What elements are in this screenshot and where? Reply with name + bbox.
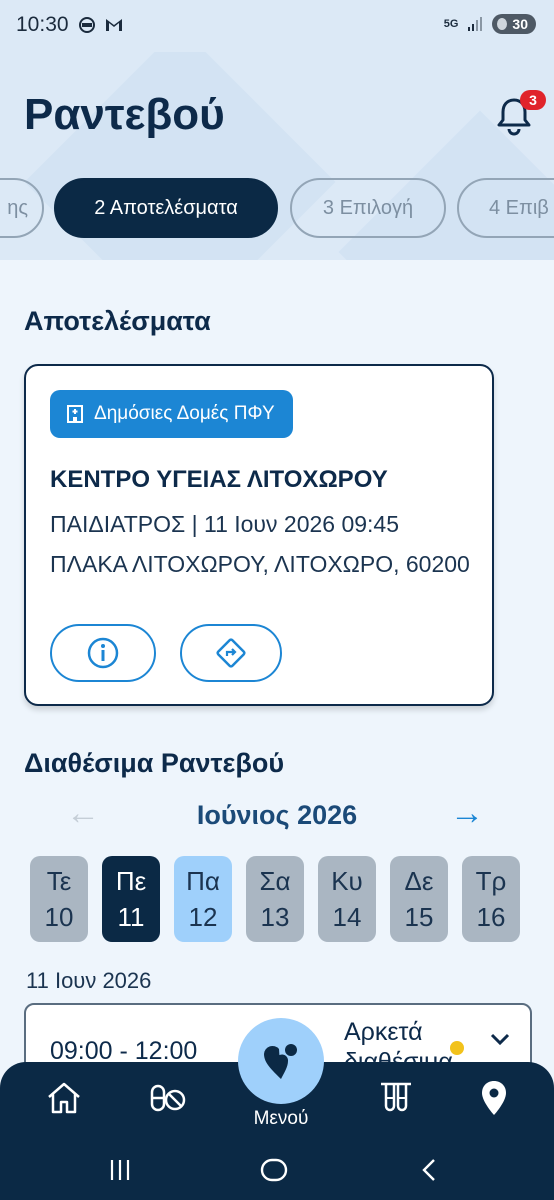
day-of-week: Τρ: [475, 866, 507, 896]
page-header: Ραντεβού 3 ης 2 Αποτελέσματα 3 Επιλογή 4…: [0, 52, 554, 260]
results-heading: Αποτελέσματα: [24, 306, 211, 336]
day-number: 16: [476, 902, 506, 932]
system-navigation-bar: [0, 1150, 554, 1190]
day-number: 12: [188, 902, 218, 932]
gmail-icon: [106, 19, 122, 31]
home-system-icon[interactable]: [258, 1154, 290, 1186]
battery-indicator: 30: [492, 14, 536, 34]
day-number: 11: [117, 902, 145, 932]
facility-type-label: Δημόσιες Δομές ΠΦΥ: [94, 403, 275, 424]
selected-date-label: 11 Ιουν 2026: [26, 968, 152, 993]
chevron-down-icon[interactable]: [486, 1025, 514, 1053]
notification-badge: 3: [520, 90, 546, 110]
available-heading: Διαθέσιμα Ραντεβού: [24, 748, 285, 778]
step-3-selection[interactable]: 3 Επιλογή: [290, 178, 446, 238]
main-content: Αποτελέσματα Δημόσιες Δομές ΠΦΥ ΚΕΝΤΡΟ Υ…: [0, 260, 554, 1083]
info-icon: [87, 637, 119, 669]
directions-icon: [216, 638, 246, 668]
slot-availability-line1: Αρκετά: [344, 1018, 423, 1046]
day-of-week: Πε: [115, 866, 147, 896]
directions-button[interactable]: [180, 624, 282, 682]
step-label: 2 Αποτελέσματα: [94, 196, 238, 219]
heart-logo-icon: [264, 1044, 297, 1079]
day-10[interactable]: Τε 10: [30, 856, 88, 942]
step-2-results[interactable]: 2 Αποτελέσματα: [54, 178, 278, 238]
day-13[interactable]: Σα 13: [246, 856, 304, 942]
back-icon[interactable]: [416, 1156, 444, 1184]
day-of-week: Κυ: [331, 866, 363, 896]
step-label: 4 Επιβ: [489, 196, 549, 219]
status-bar: 10:30 5G 30: [0, 0, 554, 52]
facility-address: ΠΛΑΚΑ ΛΙΤΟΧΩΡΟΥ, ΛΙΤΟΧΩΡΟ, 60200: [50, 551, 470, 577]
facility-type-chip: Δημόσιες Δομές ΠΦΥ: [50, 390, 293, 438]
facility-name: ΚΕΝΤΡΟ ΥΓΕΙΑΣ ΛΙΤΟΧΩΡΟΥ: [50, 466, 388, 493]
vpn-icon: [79, 17, 95, 33]
status-system-icons: 5G 30: [444, 14, 536, 34]
menu-label: Μενού: [253, 1108, 309, 1129]
day-of-week: Δε: [404, 866, 434, 896]
status-notification-icons: [78, 16, 124, 34]
recent-apps-icon[interactable]: [106, 1156, 134, 1184]
day-of-week: Σα: [259, 866, 291, 896]
day-14[interactable]: Κυ 14: [318, 856, 376, 942]
day-11[interactable]: Πε 11: [102, 856, 160, 942]
day-number: 10: [44, 902, 74, 932]
network-type: 5G: [443, 18, 459, 30]
step-label: 3 Επιλογή: [322, 196, 414, 219]
hospital-building-icon: [67, 405, 83, 423]
page-title: Ραντεβού: [24, 90, 225, 139]
day-number: 15: [404, 902, 434, 932]
step-1[interactable]: ης: [0, 178, 44, 238]
day-15[interactable]: Δε 15: [390, 856, 448, 942]
day-number: 14: [332, 902, 362, 932]
day-number: 13: [260, 902, 290, 932]
day-12[interactable]: Πα 12: [174, 856, 232, 942]
day-16[interactable]: Τρ 16: [462, 856, 520, 942]
step-label: ης: [7, 196, 28, 219]
result-card[interactable]: Δημόσιες Δομές ΠΦΥ ΚΕΝΤΡΟ ΥΓΕΙΑΣ ΛΙΤΟΧΩΡ…: [24, 364, 494, 706]
step-4-confirmation[interactable]: 4 Επιβ: [457, 178, 554, 238]
step-indicator: ης 2 Αποτελέσματα 3 Επιλογή 4 Επιβ: [0, 178, 554, 240]
menu-button[interactable]: [238, 1018, 324, 1104]
signal-icon: [468, 17, 483, 31]
status-time: 10:30: [16, 13, 69, 36]
info-button[interactable]: [50, 624, 156, 682]
day-of-week: Πα: [186, 866, 220, 896]
availability-dot: [450, 1041, 464, 1055]
specialty-date: ΠΑΙΔΙΑΤΡΟΣ | 11 Ιουν 2026 09:45: [50, 511, 400, 537]
day-selector: Τε 10 Πε 11 Πα 12 Σα 13 Κυ 14 Δε 15 Τρ 16: [30, 856, 520, 942]
next-month-arrow-icon[interactable]: →: [450, 794, 484, 833]
day-of-week: Τε: [46, 866, 72, 896]
